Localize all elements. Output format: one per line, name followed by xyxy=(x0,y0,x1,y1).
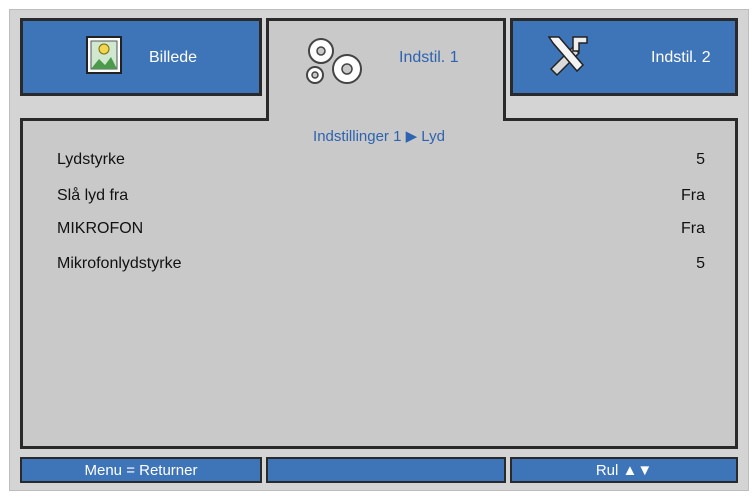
tab-label: Billede xyxy=(149,49,198,66)
setting-row-sla-lyd-fra[interactable]: Slå lyd fra Fra xyxy=(57,187,705,209)
tab-indstil-2[interactable]: Indstil. 2 xyxy=(510,18,738,96)
setting-value: 5 xyxy=(696,255,705,272)
footer-middle xyxy=(266,457,506,483)
setting-label: MIKROFON xyxy=(57,220,144,237)
setting-label: Mikrofonlydstyrke xyxy=(57,255,182,272)
picture-icon xyxy=(85,35,123,80)
setting-value: 5 xyxy=(696,151,705,168)
setting-row-lydstyrke[interactable]: Lydstyrke 5 xyxy=(57,151,705,173)
tab-billede[interactable]: Billede xyxy=(20,18,262,96)
setting-row-mikrofon[interactable]: MIKROFON Fra xyxy=(57,220,705,242)
setting-value: Fra xyxy=(681,220,705,237)
footer-menu-return: Menu = Returner xyxy=(20,457,262,483)
tools-icon xyxy=(543,31,593,82)
breadcrumb: Indstillinger 1 ▶ Lyd xyxy=(313,128,445,145)
setting-value: Fra xyxy=(681,187,705,204)
footer-scroll-hint: Rul ▲▼ xyxy=(510,457,738,483)
settings-panel: Indstillinger 1 ▶ Lyd Lydstyrke 5 Slå ly… xyxy=(20,118,738,449)
gears-icon xyxy=(301,33,369,92)
setting-row-mikrofonlydstyrke[interactable]: Mikrofonlydstyrke 5 xyxy=(57,255,705,277)
tab-label: Indstil. 1 xyxy=(399,49,459,66)
tab-indstil-1[interactable]: Indstil. 1 xyxy=(266,18,506,121)
setting-label: Lydstyrke xyxy=(57,151,125,168)
setting-label: Slå lyd fra xyxy=(57,187,129,204)
tab-label: Indstil. 2 xyxy=(651,49,711,66)
